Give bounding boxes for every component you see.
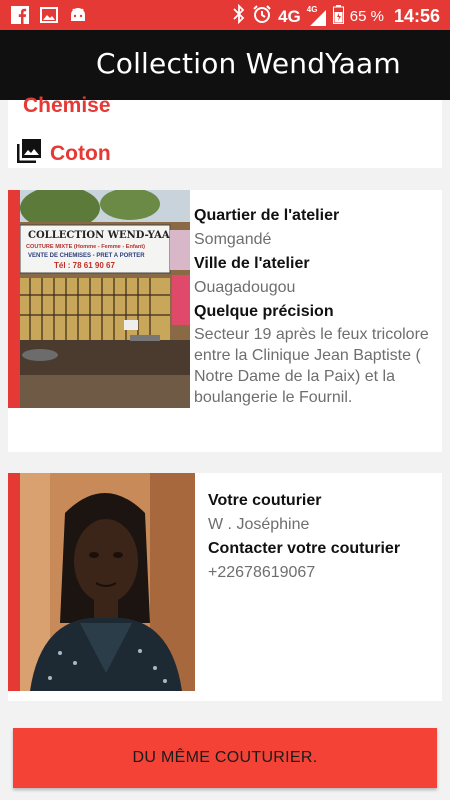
card-accent-bar (8, 190, 20, 408)
atelier-precision-label: Quelque précision (194, 303, 334, 320)
sign-line-2: COUTURE MIXTE (Homme - Femme - Enfant) (26, 244, 145, 250)
network-type: 4G (278, 6, 301, 26)
tailor-name-label: Votre couturier (208, 492, 322, 509)
app-toolbar: Collection WendYaam (0, 30, 450, 100)
atelier-city-label: Ville de l'atelier (194, 255, 310, 272)
same-tailor-button[interactable]: DU MÊME COUTURIER. (13, 728, 437, 788)
tailor-contact-value[interactable]: +22678619067 (208, 561, 438, 585)
clock: 14:56 (393, 6, 440, 26)
image-icon (39, 5, 58, 24)
alarm-icon (252, 4, 272, 29)
status-bar: 4G 4G 65 % 14:56 (0, 0, 450, 30)
atelier-info: Quartier de l'atelier Somgandé Ville de … (194, 204, 439, 408)
sign-line-4: Tél : 78 61 90 67 (54, 261, 115, 270)
atelier-card: COLLECTION WEND-YAAM COUTURE MIXTE (Homm… (8, 190, 442, 452)
battery-icon (332, 4, 344, 29)
atelier-city-value: Ouagadougou (194, 279, 296, 296)
tailor-contact-label: Contacter votre couturier (208, 540, 401, 557)
signal-icon: 4G (307, 5, 327, 27)
sign-line-1: COLLECTION WEND-YAAM (28, 230, 181, 241)
atelier-quarter-value: Somgandé (194, 231, 272, 248)
fabric-row: Coton (16, 138, 111, 169)
battery-percent: 65 % (349, 8, 384, 25)
tailor-card: Votre couturier W . Joséphine Contacter … (8, 473, 442, 701)
atelier-photo[interactable]: COLLECTION WEND-YAAM COUTURE MIXTE (Homm… (20, 190, 190, 408)
android-icon (68, 5, 87, 24)
tailor-name-value: W . Joséphine (208, 516, 310, 533)
toolbar-title: Collection WendYaam (96, 47, 401, 80)
gallery-icon (16, 138, 42, 169)
tailor-photo[interactable] (20, 473, 195, 691)
product-summary-card: Chemise Coton (8, 94, 442, 169)
atelier-quarter-label: Quartier de l'atelier (194, 207, 340, 224)
product-fabric: Coton (50, 141, 111, 165)
tailor-info: Votre couturier W . Joséphine Contacter … (208, 489, 438, 585)
sign-line-3: VENTE DE CHEMISES - PRET A PORTER (28, 253, 145, 259)
facebook-icon (10, 5, 29, 24)
atelier-precision-value: Secteur 19 après le feux tricolore entre… (194, 326, 429, 406)
card-accent-bar (8, 473, 20, 691)
product-category: Chemise (23, 94, 111, 117)
bluetooth-icon (232, 3, 246, 29)
